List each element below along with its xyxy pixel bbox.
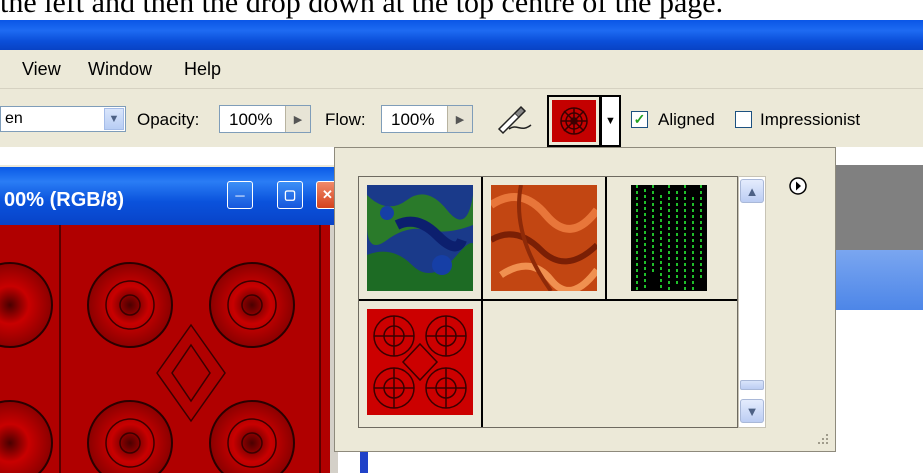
chevron-down-icon[interactable]: ▼ [104, 108, 124, 130]
resize-grip-icon[interactable] [812, 430, 832, 448]
mode-value: en [5, 110, 23, 127]
opacity-label: Opacity: [137, 110, 200, 129]
pattern-grid [358, 176, 738, 428]
pattern-item-blue-green[interactable] [359, 177, 483, 301]
aligned-label: Aligned [658, 110, 715, 129]
menu-bar: View Window Help [0, 50, 923, 89]
pattern-swatch-button[interactable] [547, 95, 601, 147]
chevron-up-icon[interactable]: ▲ [740, 179, 764, 203]
pattern-swatch-blue-green [367, 185, 473, 291]
scrollbar-thumb[interactable] [740, 380, 764, 390]
pattern-swatch-orange-marble [491, 185, 597, 291]
options-bar: en ▼ Opacity: 100% ▶ Flow: 100% ▶ ▼ ✓ Al… [0, 89, 923, 147]
flow-field[interactable]: 100% ▶ [381, 105, 473, 133]
pattern-swatch-green-matrix [631, 185, 707, 291]
background-panel-gray [836, 165, 923, 250]
maximize-icon[interactable]: ▢ [277, 181, 303, 209]
minimize-icon[interactable]: ─ [227, 181, 253, 209]
pattern-dropdown-button[interactable]: ▼ [601, 95, 621, 147]
menu-view[interactable]: View [22, 59, 61, 80]
flow-slider-arrow-icon[interactable]: ▶ [447, 106, 472, 132]
pattern-scrollbar[interactable]: ▲ ▼ [738, 176, 766, 428]
document-canvas[interactable] [0, 225, 330, 473]
impressionist-label: Impressionist [760, 110, 861, 129]
opacity-value: 100% [229, 110, 273, 129]
impressionist-checkbox[interactable] [735, 111, 752, 128]
pattern-swatch-red-ornament [367, 309, 473, 415]
flow-value: 100% [391, 110, 435, 129]
menu-help[interactable]: Help [184, 59, 221, 80]
app-title-bar [0, 20, 923, 50]
document-title: 00% (RGB/8) [4, 189, 125, 211]
background-window-titlebar [836, 250, 923, 310]
pattern-item-red-ornament[interactable] [359, 301, 483, 427]
caret-down-icon: ▼ [605, 115, 616, 127]
chevron-down-icon[interactable]: ▼ [740, 399, 764, 423]
play-circle-icon[interactable] [788, 176, 808, 196]
mode-dropdown[interactable]: en ▼ [0, 106, 126, 132]
caption-text: the left and then the drop down at the t… [0, 0, 724, 19]
flow-label: Flow: [325, 110, 366, 129]
pattern-swatch-preview [552, 100, 596, 142]
aligned-checkbox[interactable]: ✓ [631, 111, 648, 128]
menu-window[interactable]: Window [88, 59, 152, 80]
pattern-item-orange-marble[interactable] [483, 177, 607, 301]
pattern-item-green-matrix[interactable] [607, 177, 737, 301]
airbrush-icon[interactable] [495, 103, 535, 135]
opacity-field[interactable]: 100% ▶ [219, 105, 311, 133]
opacity-slider-arrow-icon[interactable]: ▶ [285, 106, 310, 132]
